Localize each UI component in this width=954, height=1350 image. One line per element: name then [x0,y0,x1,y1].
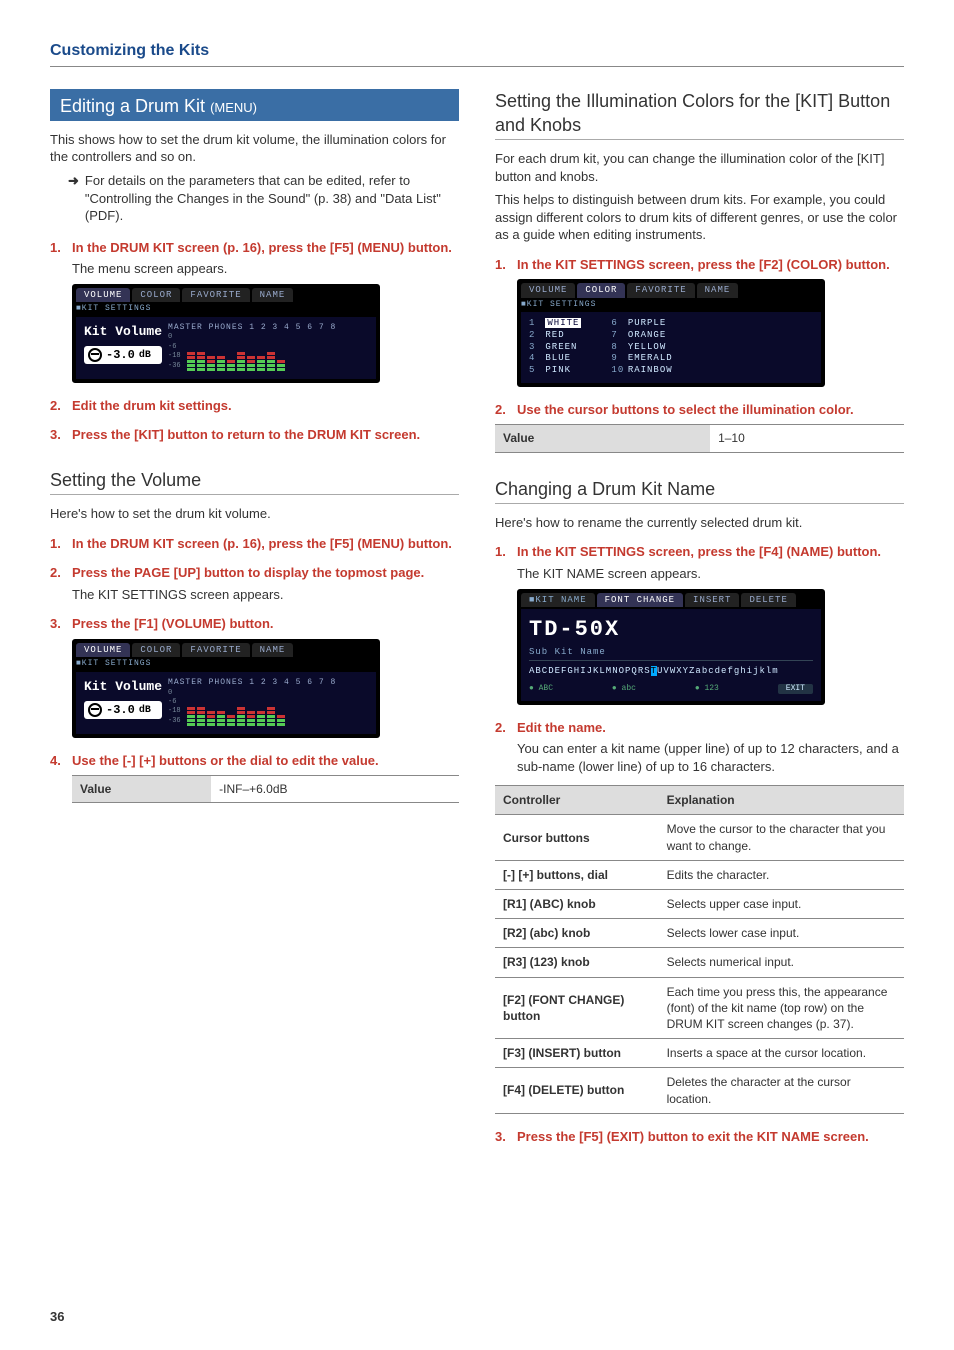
color-screenshot: VOLUME COLOR FAVORITE NAME ■KIT SETTINGS… [517,279,825,386]
edit-step-1: 1.In the DRUM KIT screen (p. 16), press … [50,239,459,257]
name-step-2-body: You can enter a kit name (upper line) of… [517,740,904,775]
scr-volume-unit: dB [139,349,151,363]
section-kit-name: Changing a Drum Kit Name [495,477,904,504]
controller-table: Controller Explanation Cursor buttonsMov… [495,785,904,1113]
name-step-1: 1.In the KIT SETTINGS screen, press the … [495,543,904,561]
dial-icon [88,348,102,362]
kit-subname: Sub Kit Name [529,646,813,661]
vol-table-label: Value [72,776,211,803]
kit-volume-screenshot: VOLUME COLOR FAVORITE NAME ■KIT SETTINGS… [72,284,380,383]
volume-value-table: Value -INF–+6.0dB [72,775,459,803]
scr-subtitle: ■KIT SETTINGS [76,304,376,315]
vol-step-2-body: The KIT SETTINGS screen appears. [72,586,459,604]
ctl-header-controller: Controller [495,786,659,815]
scr-meter-header: MASTER PHONES 1 2 3 4 5 6 7 8 [168,323,368,334]
kit-volume-screenshot-2: VOLUME COLOR FAVORITE NAME ■KIT SETTINGS… [72,639,380,738]
ctl-row-7-label: [F4] (DELETE) button [495,1068,659,1113]
editing-ref-note: ➜ For details on the parameters that can… [68,172,459,225]
scr-tab-favorite: FAVORITE [182,288,249,302]
ctl-row-4-exp: Selects numerical input. [659,948,904,977]
color-column-2: 6 PURPLE 7 ORANGE 8 YELLOW 9 EMERALD 10 … [611,318,672,376]
scr-kit-volume-label: Kit Volume [84,323,162,341]
section-illumination: Setting the Illumination Colors for the … [495,89,904,141]
section-editing-kit-sub: (MENU) [210,100,257,115]
ctl-row-2-label: [R1] (ABC) knob [495,890,659,919]
section-editing-kit: Editing a Drum Kit (MENU) [50,89,459,121]
char-picker: ABCDEFGHIJKLMNOPQRSTUVWXYZabcdefghijklm [529,665,813,677]
color-column-1: 1 WHITE 2 RED 3 GREEN 4 BLUE 5 PINK [529,318,581,376]
scr-meters [187,335,285,371]
ctl-row-1-exp: Edits the character. [659,860,904,889]
name-step-2: 2.Edit the name. [495,719,904,737]
ctl-row-5-label: [F2] (FONT CHANGE) button [495,977,659,1039]
header-rule [50,66,904,67]
illum-value-table: Value 1–10 [495,424,904,452]
kit-name-screenshot: ■KIT NAME FONT CHANGE INSERT DELETE TD-5… [517,589,825,705]
name-intro: Here's how to rename the currently selec… [495,514,904,532]
section-setting-volume: Setting the Volume [50,468,459,495]
scr-volume-badge: -3.0 dB [84,346,162,364]
section-editing-kit-title: Editing a Drum Kit [60,96,210,116]
vol-step-1: 1.In the DRUM KIT screen (p. 16), press … [50,535,459,553]
illum-step-1: 1.In the KIT SETTINGS screen, press the … [495,256,904,274]
arrow-icon: ➜ [68,172,79,225]
ctl-row-2-exp: Selects upper case input. [659,890,904,919]
scr-volume-value: -3.0 [106,347,135,363]
ctl-row-3-exp: Selects lower case input. [659,919,904,948]
vol-table-value: -INF–+6.0dB [211,776,459,803]
ctl-row-5-exp: Each time you press this, the appearance… [659,977,904,1039]
ctl-header-explanation: Explanation [659,786,904,815]
vol-step-3: 3.Press the [F1] (VOLUME) button. [50,615,459,633]
kit-name-display: TD-50X [529,615,813,645]
edit-step-2: 2.Edit the drum kit settings. [50,397,459,415]
scr-tab-color: COLOR [132,288,180,302]
dial-icon [88,703,102,717]
ctl-row-7-exp: Deletes the character at the cursor loca… [659,1068,904,1113]
volume-intro: Here's how to set the drum kit volume. [50,505,459,523]
illum-p2: This helps to distinguish between drum k… [495,191,904,244]
editing-intro: This shows how to set the drum kit volum… [50,131,459,166]
ctl-row-4-label: [R3] (123) knob [495,948,659,977]
illum-table-value: 1–10 [710,425,904,452]
ctl-row-6-label: [F3] (INSERT) button [495,1039,659,1068]
edit-step-1-body: The menu screen appears. [72,260,459,278]
page-header: Customizing the Kits [50,40,904,62]
ctl-row-3-label: [R2] (abc) knob [495,919,659,948]
scr-tab-name: NAME [252,288,294,302]
name-step-1-body: The KIT NAME screen appears. [517,565,904,583]
edit-step-3: 3.Press the [KIT] button to return to th… [50,426,459,444]
illum-step-2: 2.Use the cursor buttons to select the i… [495,401,904,419]
ctl-row-6-exp: Inserts a space at the cursor location. [659,1039,904,1068]
page-number: 36 [50,1308,64,1326]
editing-ref-text: For details on the parameters that can b… [85,172,459,225]
ctl-row-1-label: [-] [+] buttons, dial [495,860,659,889]
ctl-row-0-label: Cursor buttons [495,815,659,860]
vol-step-4: 4.Use the [-] [+] buttons or the dial to… [50,752,459,770]
illum-p1: For each drum kit, you can change the il… [495,150,904,185]
name-step-3: 3.Press the [F5] (EXIT) button to exit t… [495,1128,904,1146]
ctl-row-0-exp: Move the cursor to the character that yo… [659,815,904,860]
scr-tab-volume: VOLUME [76,288,130,302]
vol-step-2: 2.Press the PAGE [UP] button to display … [50,564,459,582]
illum-table-label: Value [495,425,710,452]
